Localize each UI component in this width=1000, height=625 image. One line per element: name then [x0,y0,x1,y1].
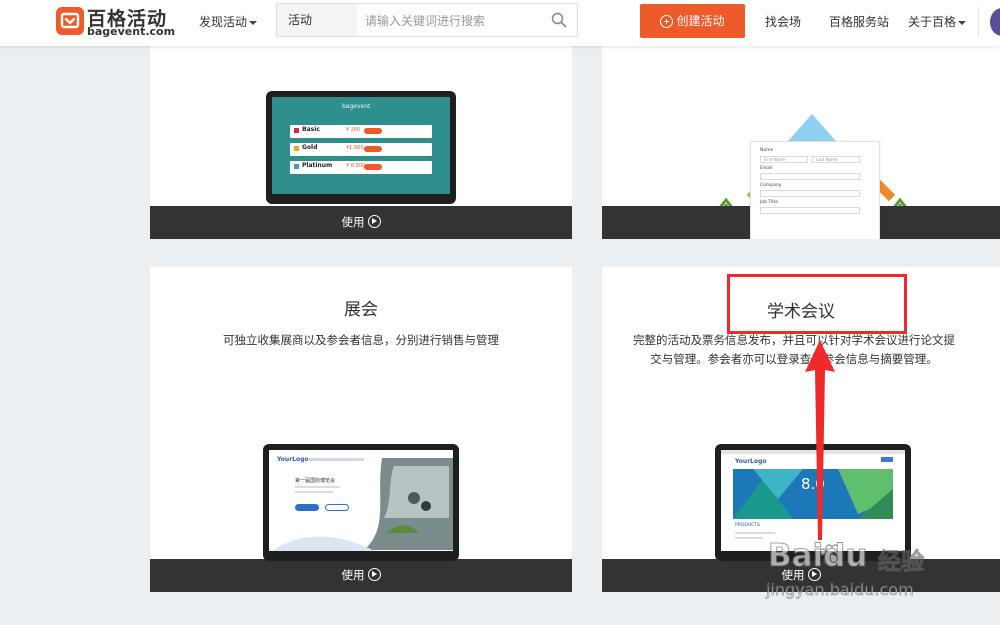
mockup-logo: YourLogo [735,458,767,465]
use-button[interactable]: 使用 [150,206,572,239]
form-field-box: Last Name [812,156,860,163]
form-field-box [760,190,860,197]
card-description-line1: 完整的活动及票务信息发布，并且可以针对学术会议进行论文提 [633,333,955,347]
bagevent-logo[interactable]: 百格活动 bagevent.com [56,5,176,41]
mockup-brand: bagevent [342,103,371,110]
form-field-placeholder: Last Name [816,157,838,162]
ticket-row: Platinum ¥ 8,000 [290,161,432,174]
card-title: 展会 [344,300,378,320]
nav-find-venue[interactable]: 找会场 [765,13,801,30]
exhibition-screen-mockup: YourLogo 第一届国际博览会 [263,444,459,561]
search-box: 活动 [276,3,578,38]
nav-discover-label: 发现活动 [199,15,248,29]
search-input[interactable] [363,4,547,38]
mockup-section: PRODUCTS [735,523,760,528]
logo-mark-icon [56,7,84,35]
use-button-label: 使用 [781,215,805,229]
search-category-select[interactable]: 活动 [277,4,357,36]
nav-discover-dropdown[interactable]: 发现活动 [199,13,258,30]
use-button[interactable]: 使用 [602,206,1000,239]
watermark-cn: 经验 [878,549,925,576]
chevron-down-icon [249,20,258,25]
form-field-placeholder: First Name [764,157,786,162]
user-avatar[interactable] [990,8,1000,36]
form-field-box [760,173,860,180]
form-field-label: Company [760,183,782,188]
nav-service-station[interactable]: 百格服务站 [829,13,889,30]
logo-domain: bagevent.com [87,25,176,38]
play-circle-icon [367,568,381,581]
watermark-brand: Baidu [767,538,868,575]
ticket-name: Gold [302,144,318,151]
watermark-url: jingyan.baidu.com [766,580,914,600]
plus-circle-icon [660,15,674,28]
use-button-label: 使用 [341,215,365,229]
form-field-label: Email [760,166,773,171]
template-card-exhibition: 展会 可独立收集展商以及参会者信息，分别进行销售与管理 YourLogo 第一届… [150,267,572,592]
create-event-label: 创建活动 [676,14,725,28]
card-description: 可独立收集展商以及参会者信息，分别进行销售与管理 [223,333,499,347]
form-field-label: Job Title [760,200,779,205]
ticket-price: ¥ 200 [346,127,361,133]
template-card-ticketing: bagevent Basic ¥ 200 Gold ¥1,000 Platinum ¥… [150,46,572,239]
mockup-logo: YourLogo [277,456,309,463]
play-circle-icon [807,215,821,228]
nav-about-label: 关于百格 [908,15,957,29]
use-button-label: 使用 [341,568,365,582]
ticket-row: Basic ¥ 200 [290,125,432,138]
red-arrow-annotation [805,340,835,540]
use-button[interactable]: 使用 [150,559,572,592]
ticketing-screen-mockup: bagevent Basic ¥ 200 Gold ¥1,000 Platinum ¥… [266,91,456,204]
nav-about-dropdown[interactable]: 关于百格 [908,13,967,30]
search-icon[interactable] [551,12,567,28]
template-card-registration: Name First Name Last Name Email Company … [602,46,1000,239]
play-circle-icon [367,215,381,228]
ticket-name: Basic [302,126,320,133]
baidu-jingyan-watermark: Baidu 经验 jingyan.baidu.com [760,538,960,608]
ticket-price: ¥ 8,000 [346,163,366,169]
top-navbar: 百格活动 bagevent.com 发现活动 活动 创建活动 找会场 百格服务站… [0,0,1000,46]
ticket-price: ¥1,000 [346,145,364,151]
form-field-label: Name [760,148,774,153]
highlight-box-annotation [727,274,907,334]
ticket-name: Platinum [302,162,333,169]
create-event-button[interactable]: 创建活动 [640,4,745,38]
chevron-down-icon [958,20,967,25]
nav-divider [978,7,979,37]
ticket-row: Gold ¥1,000 [290,143,432,156]
mockup-headline: 第一届国际博览会 [295,478,336,484]
card-description-line2: 交与管理。参会者亦可以登录查看参会信息与摘要管理。 [650,352,938,366]
form-field-box: First Name [760,156,808,163]
